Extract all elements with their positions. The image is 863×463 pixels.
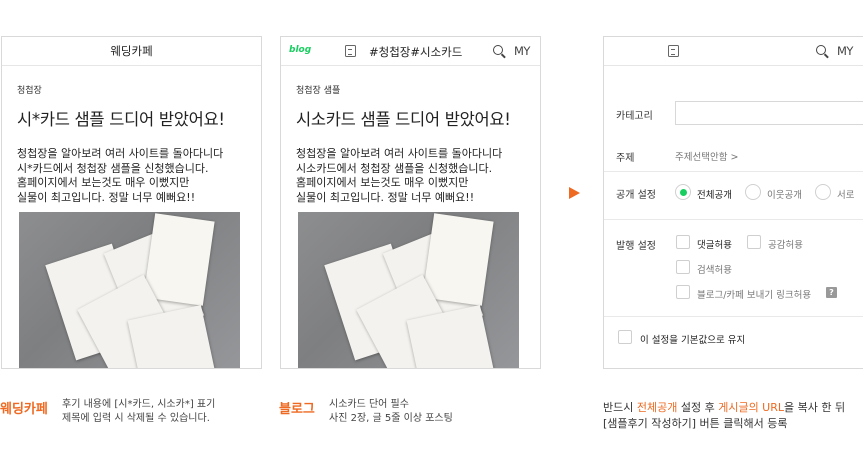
my-button[interactable]: MY bbox=[837, 44, 853, 58]
post-category: 청첩장 샘플 bbox=[296, 86, 341, 96]
visibility-neighbors-radio[interactable] bbox=[745, 184, 761, 200]
publish-label: 발행 설정 bbox=[616, 241, 656, 252]
help-icon[interactable]: ? bbox=[826, 287, 837, 298]
my-button[interactable]: MY bbox=[514, 44, 530, 58]
cafe-header-title: 웨딩카페 bbox=[110, 44, 153, 58]
publish-settings-panel: MY 카테고리 주제 주제선택안함 > 공개 설정 전체공개 이웃공개 서로 발… bbox=[603, 36, 863, 369]
allow-comments-label: 댓글허용 bbox=[697, 240, 732, 251]
document-icon[interactable] bbox=[345, 45, 356, 57]
search-icon[interactable] bbox=[493, 45, 503, 55]
post-body: 청첩장을 알아보려 여러 사이트를 돌아다니다 시*카드에서 청첩장 샘플을 신… bbox=[17, 147, 224, 204]
blog-logo: blog bbox=[289, 45, 312, 55]
sample-cards-photo bbox=[19, 212, 240, 368]
visibility-public-radio[interactable] bbox=[675, 184, 691, 200]
save-default-checkbox[interactable] bbox=[618, 330, 632, 344]
allow-share-link-label: 블로그/카페 보내기 링크허용 bbox=[697, 290, 812, 301]
cafe-post-preview: 웨딩카페 청첩장 시*카드 샘플 드디어 받았어요! 청첩장을 알아보려 여러 … bbox=[1, 36, 262, 369]
blog-caption: 시소카드 단어 필수 사진 2장, 글 5줄 이상 포스팅 bbox=[329, 398, 453, 426]
blog-header-title: #청첩장#시소카드 bbox=[369, 45, 463, 59]
cafe-caption: 후기 내용에 [시*카드, 시소카*] 표기 제목에 입력 시 삭제될 수 있습… bbox=[62, 398, 215, 426]
cafe-header: 웨딩카페 bbox=[2, 37, 261, 66]
blog-header: blog #청첩장#시소카드 MY bbox=[281, 37, 540, 66]
visibility-label: 공개 설정 bbox=[616, 190, 656, 201]
blog-caption-line2: 사진 2장, 글 5줄 이상 포스팅 bbox=[329, 413, 453, 424]
blog-caption-label: 블로그 bbox=[279, 402, 315, 417]
instruction-line2: [샘플후기 작성하기] 버튼 클릭해서 등록 bbox=[603, 417, 788, 430]
allow-share-link-checkbox[interactable] bbox=[676, 285, 690, 299]
post-title: 시*카드 샘플 드디어 받았어요! bbox=[17, 110, 225, 129]
document-icon[interactable] bbox=[668, 45, 679, 57]
allow-search-label: 검색허용 bbox=[697, 265, 732, 276]
topic-label: 주제 bbox=[616, 153, 635, 164]
cafe-caption-label: 웨딩카페 bbox=[0, 402, 48, 417]
next-step-arrow-icon bbox=[569, 187, 580, 199]
post-category: 청첩장 bbox=[17, 86, 42, 96]
visibility-public-label: 전체공개 bbox=[697, 190, 732, 201]
blog-caption-line1: 시소카드 단어 필수 bbox=[329, 399, 409, 410]
cafe-caption-line1: 후기 내용에 [시*카드, 시소카*] 표기 bbox=[62, 399, 216, 410]
allow-likes-checkbox[interactable] bbox=[747, 235, 761, 249]
allow-search-checkbox[interactable] bbox=[676, 260, 690, 274]
cafe-caption-line2: 제목에 입력 시 삭제될 수 있습니다. bbox=[62, 413, 210, 424]
visibility-neighbors-label: 이웃공개 bbox=[767, 190, 802, 201]
category-select[interactable] bbox=[675, 101, 863, 125]
allow-likes-label: 공감허용 bbox=[768, 240, 803, 251]
visibility-mutual-label: 서로 bbox=[837, 190, 855, 201]
settings-header: MY bbox=[604, 37, 863, 66]
instruction-note: 반드시 전체공개 설정 후 게시글의 URL을 복사 한 뒤 [샘플후기 작성하… bbox=[603, 400, 845, 432]
instruction-line1: 반드시 전체공개 설정 후 게시글의 URL을 복사 한 뒤 bbox=[603, 401, 846, 414]
visibility-mutual-radio[interactable] bbox=[815, 184, 831, 200]
post-title: 시소카드 샘플 드디어 받았어요! bbox=[296, 110, 511, 129]
topic-select[interactable]: 주제선택안함 > bbox=[675, 149, 738, 163]
allow-comments-checkbox[interactable] bbox=[676, 235, 690, 249]
post-body: 청첩장을 알아보려 여러 사이트를 돌아다니다 시소카드에서 청첩장 샘플을 신… bbox=[296, 147, 503, 204]
sample-cards-photo bbox=[298, 212, 519, 368]
blog-post-preview: blog #청첩장#시소카드 MY 청첩장 샘플 시소카드 샘플 드디어 받았어… bbox=[280, 36, 541, 369]
category-label: 카테고리 bbox=[616, 111, 653, 122]
search-icon[interactable] bbox=[816, 45, 826, 55]
save-default-label: 이 설정을 기본값으로 유지 bbox=[640, 335, 746, 346]
